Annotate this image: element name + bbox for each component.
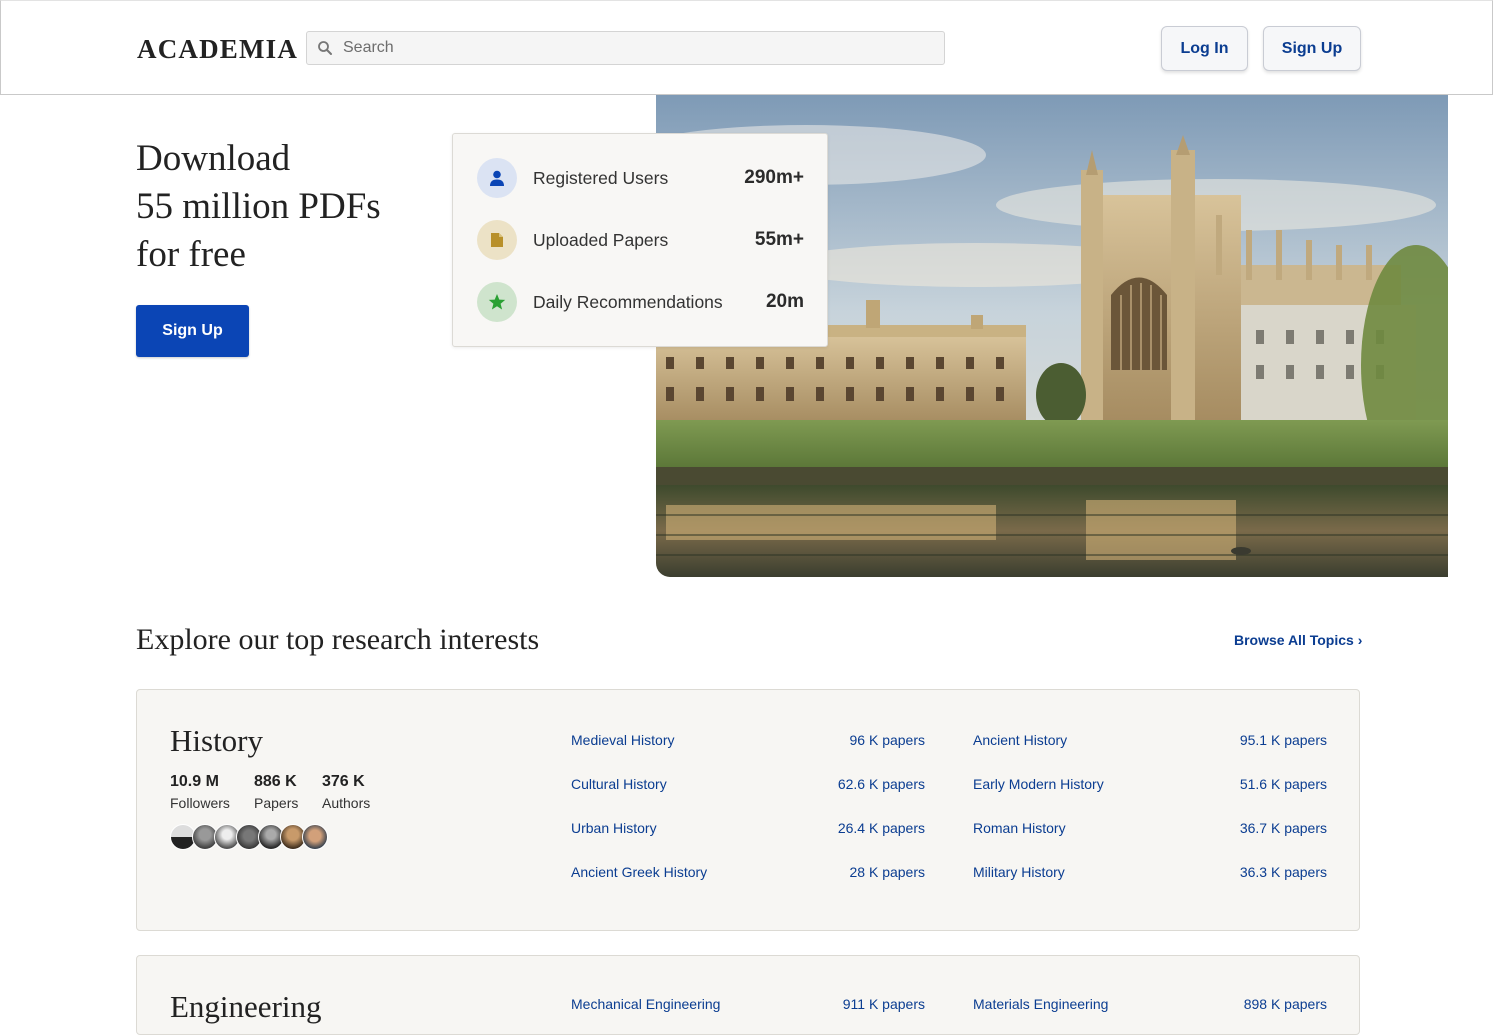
section-title: Explore our top research interests (136, 623, 540, 656)
document-icon (491, 233, 503, 247)
topic-link[interactable]: Roman History (973, 820, 1066, 836)
avatar[interactable] (302, 824, 328, 850)
topic-card-title[interactable]: Engineering (170, 989, 322, 1025)
topic-link[interactable]: Military History (973, 864, 1065, 880)
person-icon-circle (477, 158, 517, 198)
topic-link[interactable]: Materials Engineering (973, 996, 1108, 1012)
metric-label: Followers (170, 795, 230, 811)
person-icon (490, 170, 504, 186)
metric-authors: 376 K Authors (322, 773, 370, 811)
search-input[interactable] (343, 33, 923, 63)
search-bar[interactable] (306, 31, 945, 65)
topic-card-history: History 10.9 M Followers 886 K Papers 37… (136, 689, 1360, 931)
stat-label: Daily Recommendations (533, 291, 723, 312)
stat-daily-recommendations: Daily Recommendations 20m (477, 282, 804, 322)
topic-link[interactable]: Ancient Greek History (571, 864, 707, 880)
topic-link[interactable]: Medieval History (571, 732, 674, 748)
stat-value: 290m+ (744, 167, 804, 188)
topic-link[interactable]: Urban History (571, 820, 657, 836)
hero-headline: Download 55 million PDFs for free (136, 135, 436, 279)
hero-headline-line: Download (136, 138, 291, 179)
metric-papers: 886 K Papers (254, 773, 298, 811)
star-icon (488, 294, 506, 310)
star-icon-circle (477, 282, 517, 322)
document-icon-circle (477, 220, 517, 260)
topic-paper-count[interactable]: 36.3 K papers (1207, 864, 1327, 880)
hero-headline-line: 55 million PDFs (136, 186, 381, 227)
topic-paper-count[interactable]: 28 K papers (805, 864, 926, 880)
topic-card-engineering: Engineering Mechanical Engineering 911 K… (136, 955, 1360, 1035)
stat-label: Registered Users (533, 167, 669, 188)
topic-paper-count[interactable]: 96 K papers (805, 732, 926, 748)
stat-registered-users: Registered Users 290m+ (477, 158, 804, 198)
stats-panel: Registered Users 290m+ Uploaded Papers 5… (452, 133, 828, 347)
metric-value: 10.9 M (170, 773, 219, 790)
academia-logo[interactable]: ACADEMIA (137, 34, 298, 65)
stat-value: 20m (765, 291, 804, 312)
topic-paper-count[interactable]: 911 K papers (805, 996, 925, 1012)
metric-followers: 10.9 M Followers (170, 773, 230, 811)
login-button[interactable]: Log In (1161, 26, 1248, 71)
header-signup-button[interactable]: Sign Up (1263, 26, 1361, 71)
topic-link[interactable]: Cultural History (571, 776, 667, 792)
topic-paper-count[interactable]: 26.4 K papers (805, 820, 925, 836)
stat-label: Uploaded Papers (533, 229, 669, 250)
topic-link[interactable]: Early Modern History (973, 776, 1104, 792)
metric-value: 886 K (254, 773, 297, 790)
topic-link[interactable]: Ancient History (973, 732, 1067, 748)
stat-uploaded-papers: Uploaded Papers 55m+ (477, 220, 804, 260)
metric-value: 376 K (322, 773, 365, 790)
metric-label: Authors (322, 795, 371, 811)
topic-card-title[interactable]: History (170, 723, 263, 759)
hero-headline-line: for free (136, 234, 246, 275)
topic-paper-count[interactable]: 36.7 K papers (1207, 820, 1327, 836)
top-header: ACADEMIA Log In Sign Up (0, 0, 1493, 95)
topic-paper-count[interactable]: 898 K papers (1207, 996, 1327, 1012)
search-icon (318, 41, 332, 55)
hero-signup-button[interactable]: Sign Up (136, 305, 249, 357)
topic-paper-count[interactable]: 51.6 K papers (1207, 776, 1327, 792)
browse-all-topics-link[interactable]: Browse All Topics › (1234, 632, 1362, 648)
metric-label: Papers (254, 795, 299, 811)
topic-paper-count[interactable]: 62.6 K papers (805, 776, 925, 792)
topic-paper-count[interactable]: 95.1 K papers (1207, 732, 1327, 748)
topic-link[interactable]: Mechanical Engineering (571, 996, 720, 1012)
stat-value: 55m+ (754, 229, 804, 250)
